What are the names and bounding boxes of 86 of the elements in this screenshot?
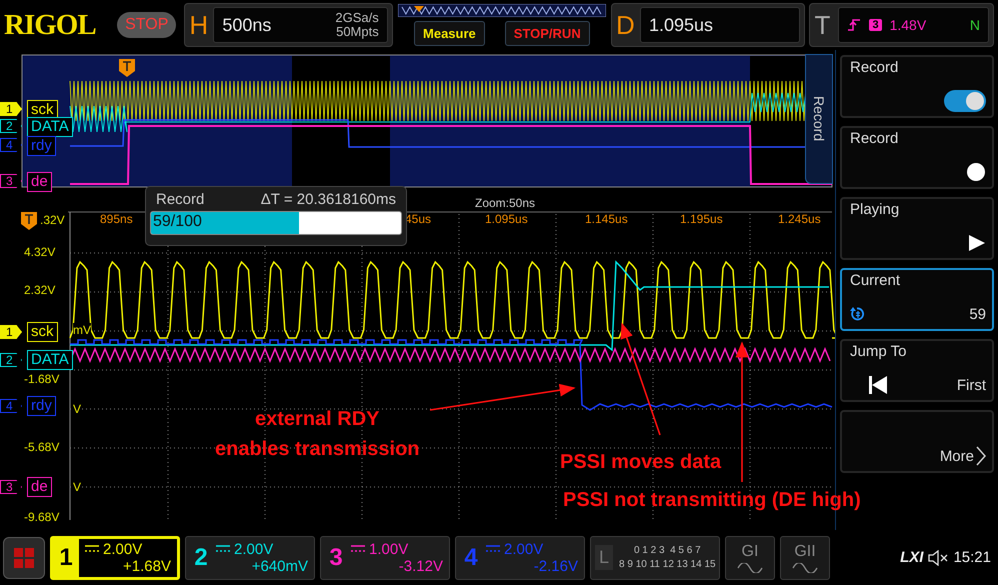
voltage-axis-label: 2.32V bbox=[24, 283, 56, 297]
trigger-label: T bbox=[814, 10, 832, 40]
sample-rate: 2GSa/s bbox=[335, 11, 379, 25]
trigger-level-icon bbox=[21, 212, 37, 230]
refresh-icon bbox=[850, 307, 864, 321]
softkey[interactable]: Current 59 bbox=[840, 268, 994, 331]
brand-logo: RIGOL bbox=[4, 8, 97, 42]
softkey[interactable]: Record bbox=[840, 55, 994, 118]
lxi-logo: LXI bbox=[900, 549, 924, 566]
annotation-text: external RDY enables transmission bbox=[215, 407, 420, 462]
sine-wave-icon bbox=[792, 562, 818, 572]
chevron-right-icon bbox=[976, 446, 986, 466]
clock-time: 15:21 bbox=[953, 549, 991, 566]
channel-label: DATA bbox=[27, 117, 73, 137]
delta-time: ΔT = 20.3618160ms bbox=[260, 191, 396, 208]
timebase-value: 500ns bbox=[222, 14, 272, 36]
trigger-panel[interactable]: T 3 1.48V N bbox=[809, 3, 994, 47]
play-icon bbox=[968, 234, 986, 252]
sine-wave-icon bbox=[737, 562, 763, 572]
menu-button[interactable] bbox=[3, 536, 45, 578]
horizontal-panel[interactable]: H 500ns 2GSa/s 50Mpts bbox=[184, 3, 393, 47]
time-axis-label: 1.195us bbox=[680, 212, 723, 226]
memory-depth: 50Mpts bbox=[336, 25, 379, 39]
zoom-timebase: Zoom:50ns bbox=[475, 196, 536, 210]
record-dot-icon bbox=[966, 162, 986, 182]
delay-field[interactable]: 1.095us bbox=[640, 7, 800, 43]
speaker-muted-icon[interactable] bbox=[928, 550, 948, 566]
channel-button[interactable]: 3 1.00V -3.12V bbox=[320, 536, 450, 580]
channel-button[interactable]: 1 2.00V +1.68V bbox=[50, 536, 180, 580]
trigger-position-icon bbox=[119, 59, 135, 77]
voltage-axis-label: V bbox=[73, 480, 82, 494]
delay-value: 1.095us bbox=[648, 14, 714, 36]
voltage-axis-label: V bbox=[73, 402, 82, 416]
channel-marker[interactable]: 2 bbox=[0, 119, 22, 133]
timebase-field[interactable]: 500ns 2GSa/s 50Mpts bbox=[213, 7, 388, 43]
toggle-switch[interactable] bbox=[944, 90, 986, 112]
skip-to-start-icon bbox=[868, 375, 888, 395]
time-axis-label: 45us bbox=[405, 212, 432, 226]
channel-marker[interactable]: 3 bbox=[0, 174, 22, 188]
dc-coupling-icon bbox=[351, 545, 365, 553]
channel-marker[interactable]: 1 bbox=[0, 325, 22, 339]
time-axis-label: 1.245us bbox=[778, 212, 821, 226]
channel-label: rdy bbox=[27, 136, 56, 156]
voltage-axis-label: -5.68V bbox=[24, 440, 60, 454]
grid-icon bbox=[13, 546, 35, 568]
record-tab[interactable]: Record bbox=[805, 54, 833, 184]
channel-label: rdy bbox=[27, 396, 56, 416]
channel-label: sck bbox=[27, 322, 58, 342]
voltage-axis-label: 4.32V bbox=[24, 245, 56, 259]
annotation-text: PSSI moves data bbox=[560, 450, 722, 475]
softkey[interactable]: Playing bbox=[840, 197, 994, 260]
trigger-source-badge: 3 bbox=[869, 19, 882, 31]
softkey[interactable]: More bbox=[840, 410, 994, 473]
bus-decode-button[interactable]: GI bbox=[725, 536, 775, 580]
dc-coupling-icon bbox=[216, 545, 230, 553]
trigger-mode: N bbox=[970, 17, 980, 33]
horizontal-label: H bbox=[189, 10, 210, 40]
popup-title: Record bbox=[156, 191, 204, 208]
annotation-text: PSSI not transmitting (DE high) bbox=[563, 488, 861, 513]
dc-coupling-icon bbox=[85, 545, 99, 553]
channel-label: de bbox=[27, 172, 52, 192]
memory-navigator[interactable] bbox=[398, 4, 606, 17]
channel-label: de bbox=[27, 477, 52, 497]
voltage-axis-label: mV bbox=[73, 323, 91, 337]
time-axis-label: 1.095us bbox=[485, 212, 528, 226]
softkey[interactable]: Record bbox=[840, 126, 994, 189]
rising-edge-icon bbox=[847, 18, 862, 32]
channel-label: DATA bbox=[27, 350, 73, 370]
voltage-axis-label: -1.68V bbox=[24, 372, 60, 386]
dc-coupling-icon bbox=[486, 545, 500, 553]
trigger-level: 1.48V bbox=[890, 17, 926, 33]
stop-run-button[interactable]: STOP/RUN bbox=[504, 21, 590, 46]
voltage-axis-label: .32V bbox=[40, 213, 65, 227]
delay-panel[interactable]: D 1.095us bbox=[610, 3, 806, 47]
channel-marker[interactable]: 2 bbox=[0, 353, 22, 367]
time-axis-label: 1.145us bbox=[585, 212, 628, 226]
measure-button[interactable]: Measure bbox=[414, 21, 485, 46]
progress-text: 59/100 bbox=[153, 213, 202, 231]
voltage-axis-label: -9.68V bbox=[24, 510, 60, 524]
delay-label: D bbox=[616, 10, 636, 40]
channel-marker[interactable]: 1 bbox=[0, 102, 22, 116]
bus-decode-button[interactable]: GII bbox=[780, 536, 830, 580]
channel-button[interactable]: 2 2.00V +640mV bbox=[185, 536, 315, 580]
time-axis-label: 895ns bbox=[100, 212, 133, 226]
channel-marker[interactable]: 3 bbox=[0, 480, 22, 494]
softkey[interactable]: Jump To First bbox=[840, 339, 994, 402]
